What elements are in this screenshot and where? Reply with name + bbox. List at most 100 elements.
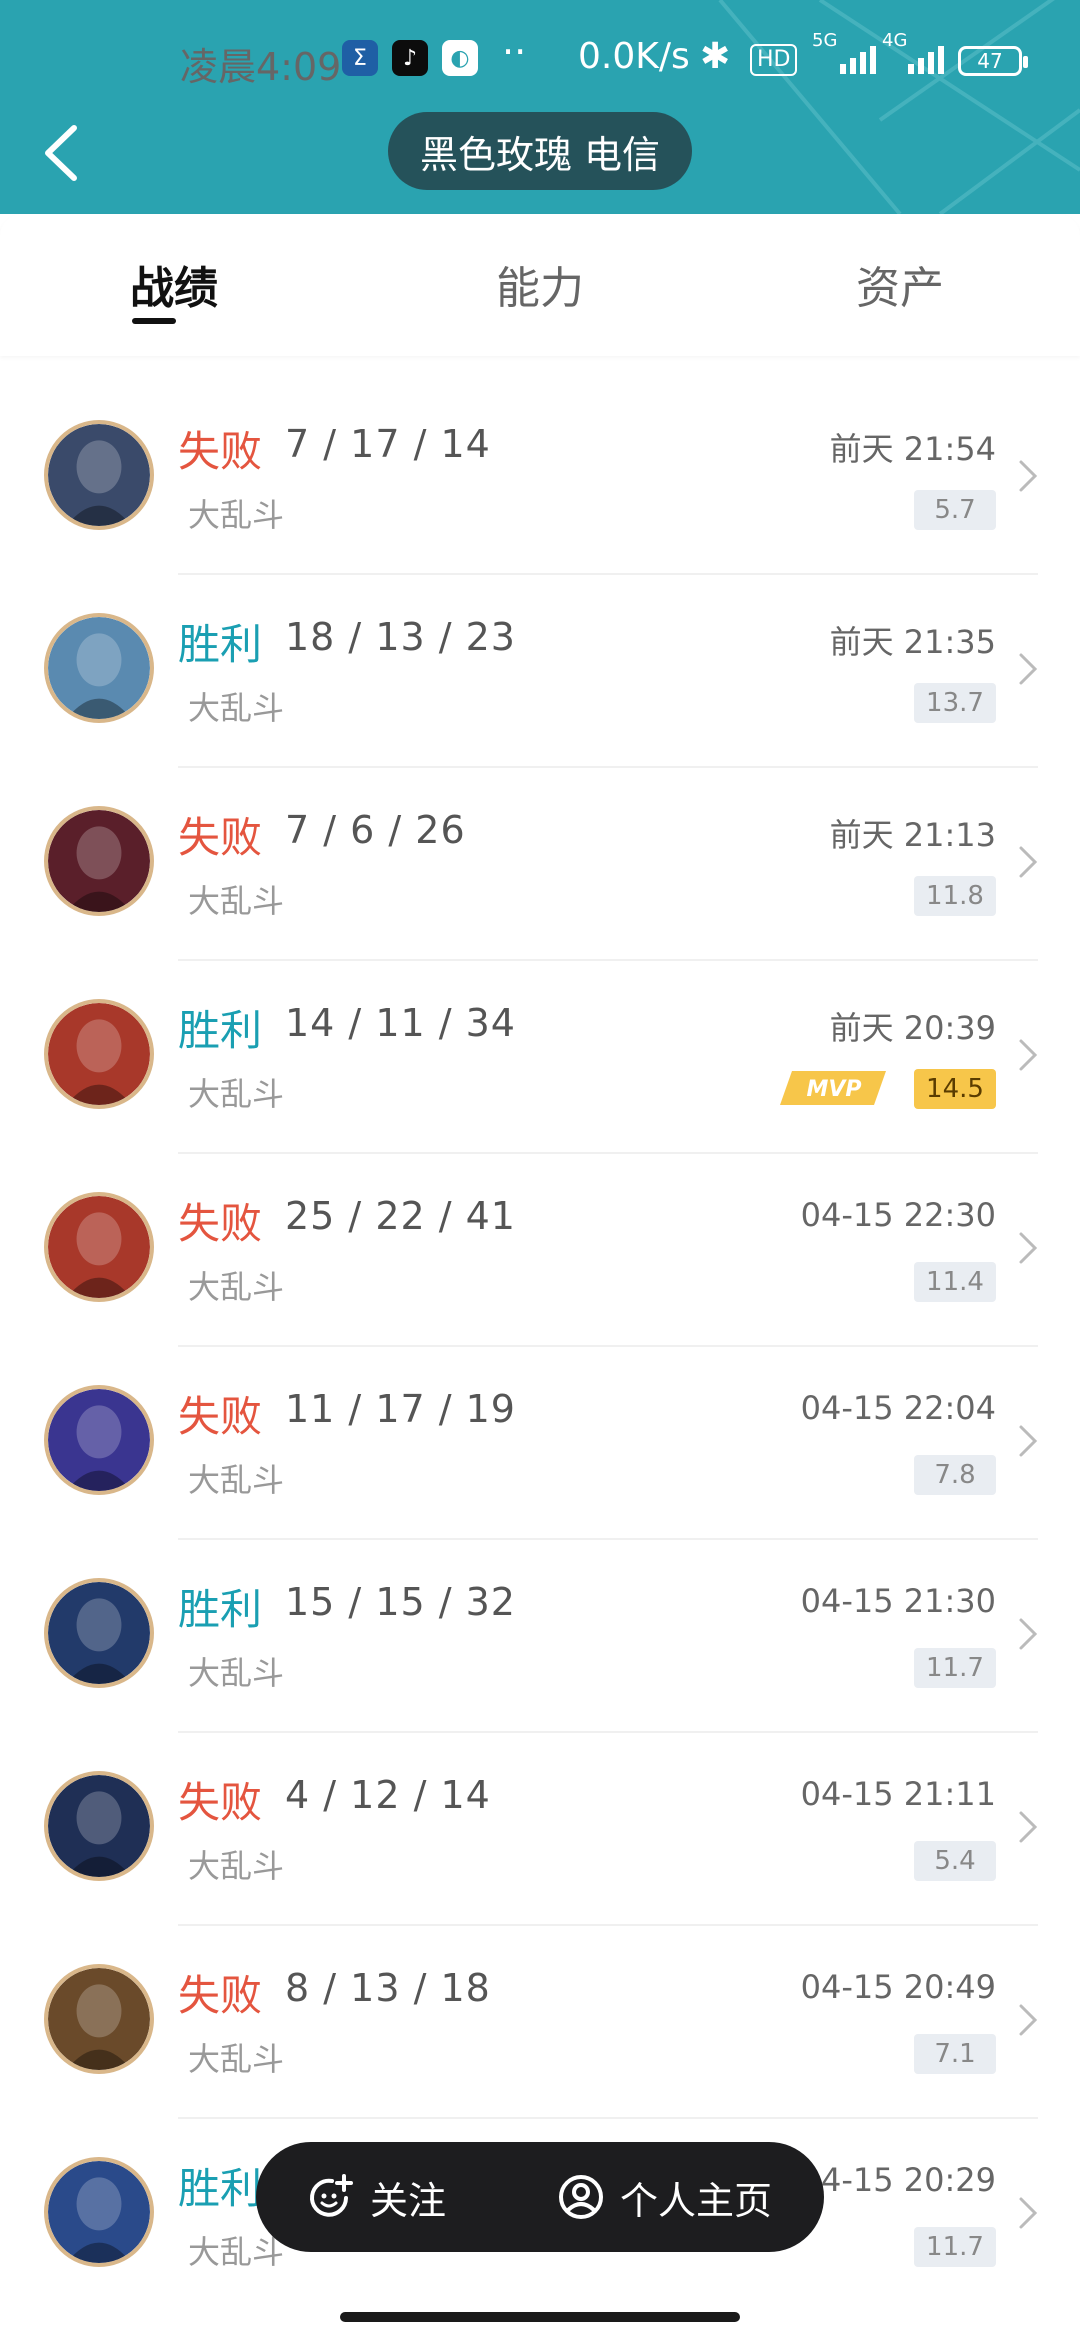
kda: 4 / 12 / 14 <box>285 1773 491 1817</box>
match-time: 04-15 20:49 <box>800 1968 996 2006</box>
follow-button[interactable]: 关注 <box>306 2170 446 2225</box>
chevron-right-icon <box>1019 460 1038 492</box>
hero-portrait-icon <box>48 1775 150 1877</box>
match-score: 11.7 <box>914 2227 996 2267</box>
match-time: 前天 21:54 <box>829 430 996 468</box>
follow-label: 关注 <box>370 2178 447 2223</box>
match-time: 04-15 22:30 <box>800 1196 996 1234</box>
hero-portrait-icon <box>48 1968 150 2070</box>
status-bar: 凌晨4:09 Σ ♪ ◐ ·· 0.0K/s ✱ HD 5G 4G 47 <box>0 30 1080 94</box>
battery-level: 47 <box>977 49 1003 73</box>
header: 凌晨4:09 Σ ♪ ◐ ·· 0.0K/s ✱ HD 5G 4G 47 黑色玫… <box>0 0 1080 214</box>
profile-button[interactable]: 个人主页 <box>556 2170 772 2225</box>
hero-portrait-icon <box>48 1003 150 1105</box>
row-divider <box>178 1924 1038 1926</box>
follow-icon <box>310 2174 353 2217</box>
match-time: 前天 21:35 <box>829 623 996 661</box>
chevron-right-icon <box>1019 2197 1038 2229</box>
kda: 18 / 13 / 23 <box>285 615 516 659</box>
match-row[interactable]: 失败 8 / 13 / 18 大乱斗 04-15 20:49 7.1 <box>0 1924 1080 2117</box>
match-row[interactable]: 胜利 15 / 15 / 32 大乱斗 04-15 21:30 11.7 <box>0 1538 1080 1731</box>
mvp-label: MVP <box>806 1077 861 1102</box>
match-row[interactable]: 胜利 18 / 13 / 23 大乱斗 前天 21:35 13.7 <box>0 573 1080 766</box>
tab-bar: 战绩 能力 资产 <box>0 214 1080 356</box>
mvp-badge-icon: MVP <box>780 1071 886 1105</box>
match-row[interactable]: 失败 11 / 17 / 19 大乱斗 04-15 22:04 7.8 <box>0 1345 1080 1538</box>
chevron-right-icon <box>1019 1618 1038 1650</box>
match-row[interactable]: 失败 25 / 22 / 41 大乱斗 04-15 22:30 11.4 <box>0 1152 1080 1345</box>
match-time: 04-15 20:29 <box>800 2161 996 2199</box>
match-score: 7.8 <box>914 1455 996 1495</box>
page-title: 黑色玫瑰 电信 <box>419 132 661 177</box>
home-indicator[interactable] <box>340 2312 740 2322</box>
hero-avatar <box>44 2157 154 2267</box>
hero-avatar <box>44 806 154 916</box>
match-score: 5.4 <box>914 1841 996 1881</box>
signal-4g-icon <box>908 38 944 74</box>
hero-portrait-icon <box>48 1196 150 1298</box>
chevron-right-icon <box>1019 846 1038 878</box>
kda: 25 / 22 / 41 <box>285 1194 516 1238</box>
match-list: 失败 7 / 17 / 14 大乱斗 前天 21:54 5.7 胜利 18 / … <box>0 380 1080 2310</box>
hero-avatar <box>44 613 154 723</box>
game-mode: 大乱斗 <box>188 1075 285 1113</box>
hero-portrait-icon <box>48 810 150 912</box>
match-result: 胜利 <box>178 620 263 669</box>
match-time: 04-15 22:04 <box>800 1389 996 1427</box>
game-mode: 大乱斗 <box>188 1847 285 1885</box>
hero-avatar <box>44 999 154 1109</box>
game-mode: 大乱斗 <box>188 689 285 727</box>
match-score: 5.7 <box>914 490 996 530</box>
game-mode: 大乱斗 <box>188 496 285 534</box>
hd-voice-icon: HD <box>750 44 798 76</box>
row-divider <box>178 1152 1038 1154</box>
match-time: 前天 21:13 <box>829 816 996 854</box>
match-result: 胜利 <box>178 1585 263 1634</box>
match-time: 04-15 21:30 <box>800 1582 996 1620</box>
link-app-icon: ◐ <box>442 40 478 76</box>
music-app-icon: ♪ <box>392 40 428 76</box>
chevron-right-icon <box>1019 2004 1038 2036</box>
kda: 7 / 17 / 14 <box>285 422 491 466</box>
kda: 11 / 17 / 19 <box>285 1387 516 1431</box>
tab-record[interactable]: 战绩 <box>130 252 218 316</box>
chevron-right-icon <box>1019 1425 1038 1457</box>
row-divider <box>178 1731 1038 1733</box>
hero-portrait-icon <box>48 2161 150 2263</box>
match-row[interactable]: 失败 7 / 6 / 26 大乱斗 前天 21:13 11.8 <box>0 766 1080 959</box>
sigma-app-icon: Σ <box>342 40 378 76</box>
match-result: 失败 <box>178 1778 263 1827</box>
match-time: 前天 20:39 <box>829 1009 996 1047</box>
match-row[interactable]: 失败 4 / 12 / 14 大乱斗 04-15 21:11 5.4 <box>0 1731 1080 1924</box>
network-type-4g: 4G <box>882 30 908 51</box>
row-divider <box>178 1538 1038 1540</box>
match-time: 04-15 21:11 <box>800 1775 996 1813</box>
match-row[interactable]: 失败 7 / 17 / 14 大乱斗 前天 21:54 5.7 <box>0 380 1080 573</box>
back-arrow-icon[interactable] <box>36 118 86 188</box>
match-score: 11.8 <box>914 876 996 916</box>
more-notifications-icon: ·· <box>502 30 527 74</box>
chevron-right-icon <box>1019 1232 1038 1264</box>
notification-icons: Σ ♪ ◐ <box>342 40 478 76</box>
hero-avatar <box>44 1771 154 1881</box>
tab-assets[interactable]: 资产 <box>856 252 944 316</box>
match-score: 14.5 <box>914 1069 996 1109</box>
match-result: 胜利 <box>178 1006 263 1055</box>
hero-avatar <box>44 420 154 530</box>
row-divider <box>178 573 1038 575</box>
network-type-5g: 5G <box>812 30 838 51</box>
game-mode: 大乱斗 <box>188 1654 285 1692</box>
player-name-title: 黑色玫瑰 电信 <box>388 112 692 190</box>
tab-ability[interactable]: 能力 <box>496 252 584 316</box>
match-result: 失败 <box>178 427 263 476</box>
game-mode: 大乱斗 <box>188 1268 285 1306</box>
match-result: 失败 <box>178 1199 263 1248</box>
match-row[interactable]: 胜利 14 / 11 / 34 大乱斗 前天 20:39 14.5 MVP <box>0 959 1080 1152</box>
bottom-action-bar: 关注 个人主页 <box>256 2142 824 2252</box>
battery-icon: 47 <box>958 46 1028 76</box>
hero-avatar <box>44 1964 154 2074</box>
network-speed: 0.0K/s <box>578 36 690 77</box>
match-score: 7.1 <box>914 2034 996 2074</box>
kda: 8 / 13 / 18 <box>285 1966 491 2010</box>
chevron-right-icon <box>1019 1039 1038 1071</box>
